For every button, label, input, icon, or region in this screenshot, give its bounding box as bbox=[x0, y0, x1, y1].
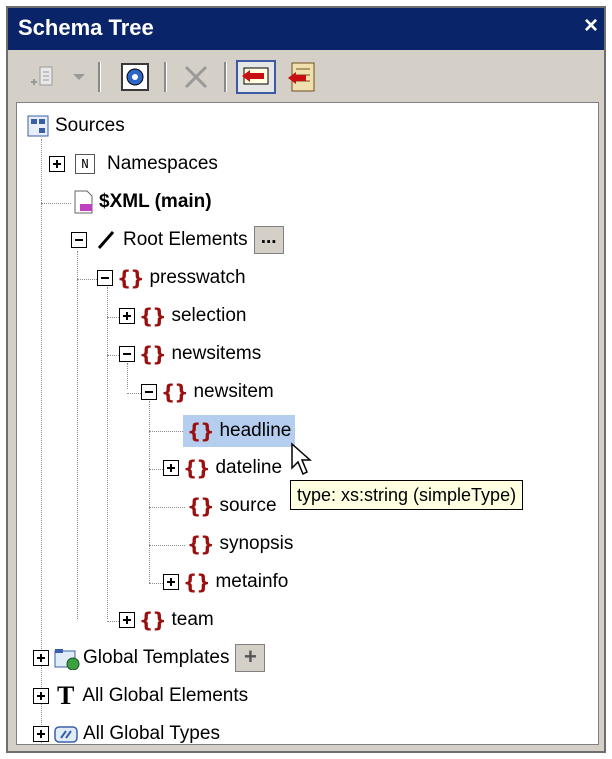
collapse-icon[interactable] bbox=[71, 232, 87, 248]
tree-item-label: Sources bbox=[55, 115, 125, 136]
tree-item-label: selection bbox=[171, 305, 247, 326]
tree-item-label: All Global Elements bbox=[82, 685, 249, 706]
slash-icon bbox=[97, 231, 115, 249]
schema-tree-panel: Schema Tree × Sources N Namespaces $XML … bbox=[6, 6, 606, 753]
tree-item-label: metainfo bbox=[215, 571, 289, 592]
tree-line bbox=[149, 401, 150, 583]
sources-icon bbox=[27, 115, 49, 137]
collapse-icon[interactable] bbox=[119, 346, 135, 362]
tree-item-label: headline bbox=[219, 420, 292, 441]
collapse-icon[interactable] bbox=[97, 270, 113, 286]
add-item-icon[interactable] bbox=[28, 64, 62, 90]
expand-icon[interactable] bbox=[33, 726, 49, 742]
root-elements-more-button[interactable]: ... bbox=[253, 226, 284, 254]
toolbar bbox=[8, 50, 604, 100]
tree-item-dateline[interactable]: {} dateline bbox=[163, 451, 282, 485]
tree-item-metainfo[interactable]: {} metainfo bbox=[163, 565, 288, 599]
tooltip-text: type: xs:string (simpleType) bbox=[297, 484, 517, 505]
tree-item-all-global-elements[interactable]: T All Global Elements bbox=[33, 679, 248, 713]
expand-icon[interactable] bbox=[33, 650, 49, 666]
namespace-icon: N bbox=[75, 154, 95, 174]
delete-icon[interactable] bbox=[182, 64, 210, 90]
tree-item-headline[interactable]: {} headline bbox=[183, 415, 296, 447]
tree-line bbox=[149, 545, 185, 546]
tree-line bbox=[77, 251, 78, 619]
element-icon: {} bbox=[183, 456, 211, 480]
tree-item-source[interactable]: {} source bbox=[187, 489, 277, 523]
tree-item-selection[interactable]: {} selection bbox=[119, 299, 246, 333]
element-icon: {} bbox=[139, 342, 167, 366]
tree-line bbox=[41, 203, 71, 204]
tree-item-label: presswatch bbox=[149, 267, 246, 288]
tree-item-label: $XML (main) bbox=[99, 191, 212, 212]
tree-item-team[interactable]: {} team bbox=[119, 603, 214, 637]
element-icon: {} bbox=[183, 570, 211, 594]
expand-icon[interactable] bbox=[119, 308, 135, 324]
tree-line bbox=[149, 469, 163, 470]
panel-title: Schema Tree bbox=[18, 15, 154, 40]
expand-icon[interactable] bbox=[163, 460, 179, 476]
global-elements-icon: T bbox=[57, 681, 75, 710]
tree-item-label: newsitems bbox=[171, 343, 262, 364]
tree-item-root-elements[interactable]: Root Elements ... bbox=[71, 223, 284, 257]
tree-item-label: team bbox=[171, 609, 214, 630]
add-global-template-button[interactable]: + bbox=[235, 644, 266, 672]
toolbar-separator bbox=[224, 62, 227, 92]
element-icon: {} bbox=[161, 380, 189, 404]
tree-item-xml-main[interactable]: $XML (main) bbox=[71, 185, 212, 219]
tree-item-all-global-types[interactable]: All Global Types bbox=[33, 717, 220, 744]
element-icon: {} bbox=[187, 532, 215, 556]
show-tooltips-icon[interactable] bbox=[236, 60, 276, 94]
dropdown-arrow-icon[interactable] bbox=[72, 72, 86, 82]
element-icon: {} bbox=[117, 266, 145, 290]
panel-titlebar: Schema Tree × bbox=[8, 8, 604, 50]
toolbar-separator bbox=[164, 62, 167, 92]
type-tooltip: type: xs:string (simpleType) bbox=[290, 480, 524, 510]
element-icon: {} bbox=[187, 494, 215, 518]
tree-item-label: Namespaces bbox=[107, 153, 218, 174]
schema-tree: Sources N Namespaces $XML (main) Root El… bbox=[16, 102, 599, 745]
tree-line bbox=[149, 431, 185, 432]
global-templates-icon bbox=[54, 649, 80, 670]
tree-item-sources[interactable]: Sources bbox=[27, 109, 125, 143]
tree-item-global-templates[interactable]: Global Templates + bbox=[33, 641, 266, 675]
global-types-icon bbox=[54, 726, 78, 743]
element-icon: {} bbox=[139, 304, 167, 328]
tree-item-namespaces[interactable]: N Namespaces bbox=[49, 147, 218, 181]
tree-item-newsitems[interactable]: {} newsitems bbox=[119, 337, 261, 371]
xml-file-icon bbox=[74, 190, 93, 214]
expand-icon[interactable] bbox=[163, 574, 179, 590]
tree-item-label: dateline bbox=[215, 457, 283, 478]
tree-item-label: All Global Types bbox=[83, 723, 220, 744]
globe-settings-icon[interactable] bbox=[120, 62, 150, 92]
expand-icon[interactable] bbox=[33, 688, 49, 704]
toolbar-separator bbox=[98, 62, 101, 92]
collapse-icon[interactable] bbox=[141, 384, 157, 400]
tree-item-synopsis[interactable]: {} synopsis bbox=[187, 527, 293, 561]
tree-line bbox=[149, 583, 163, 584]
tree-item-newsitem[interactable]: {} newsitem bbox=[141, 375, 274, 409]
tree-line bbox=[107, 287, 108, 619]
tree-line bbox=[77, 279, 97, 280]
sync-tree-icon[interactable] bbox=[286, 60, 322, 94]
element-icon: {} bbox=[187, 419, 215, 443]
tree-item-label: synopsis bbox=[219, 533, 294, 554]
tree-item-label: Global Templates bbox=[83, 647, 230, 668]
tree-line bbox=[149, 507, 185, 508]
element-icon: {} bbox=[139, 608, 167, 632]
tree-item-presswatch[interactable]: {} presswatch bbox=[97, 261, 246, 295]
close-icon[interactable]: × bbox=[584, 12, 598, 40]
tree-item-label: newsitem bbox=[193, 381, 274, 402]
expand-icon[interactable] bbox=[119, 612, 135, 628]
tree-item-label: Root Elements bbox=[123, 229, 248, 250]
mouse-cursor-icon bbox=[291, 442, 312, 476]
tree-item-label: source bbox=[219, 495, 277, 516]
expand-icon[interactable] bbox=[49, 156, 65, 172]
tree-line bbox=[127, 393, 141, 394]
